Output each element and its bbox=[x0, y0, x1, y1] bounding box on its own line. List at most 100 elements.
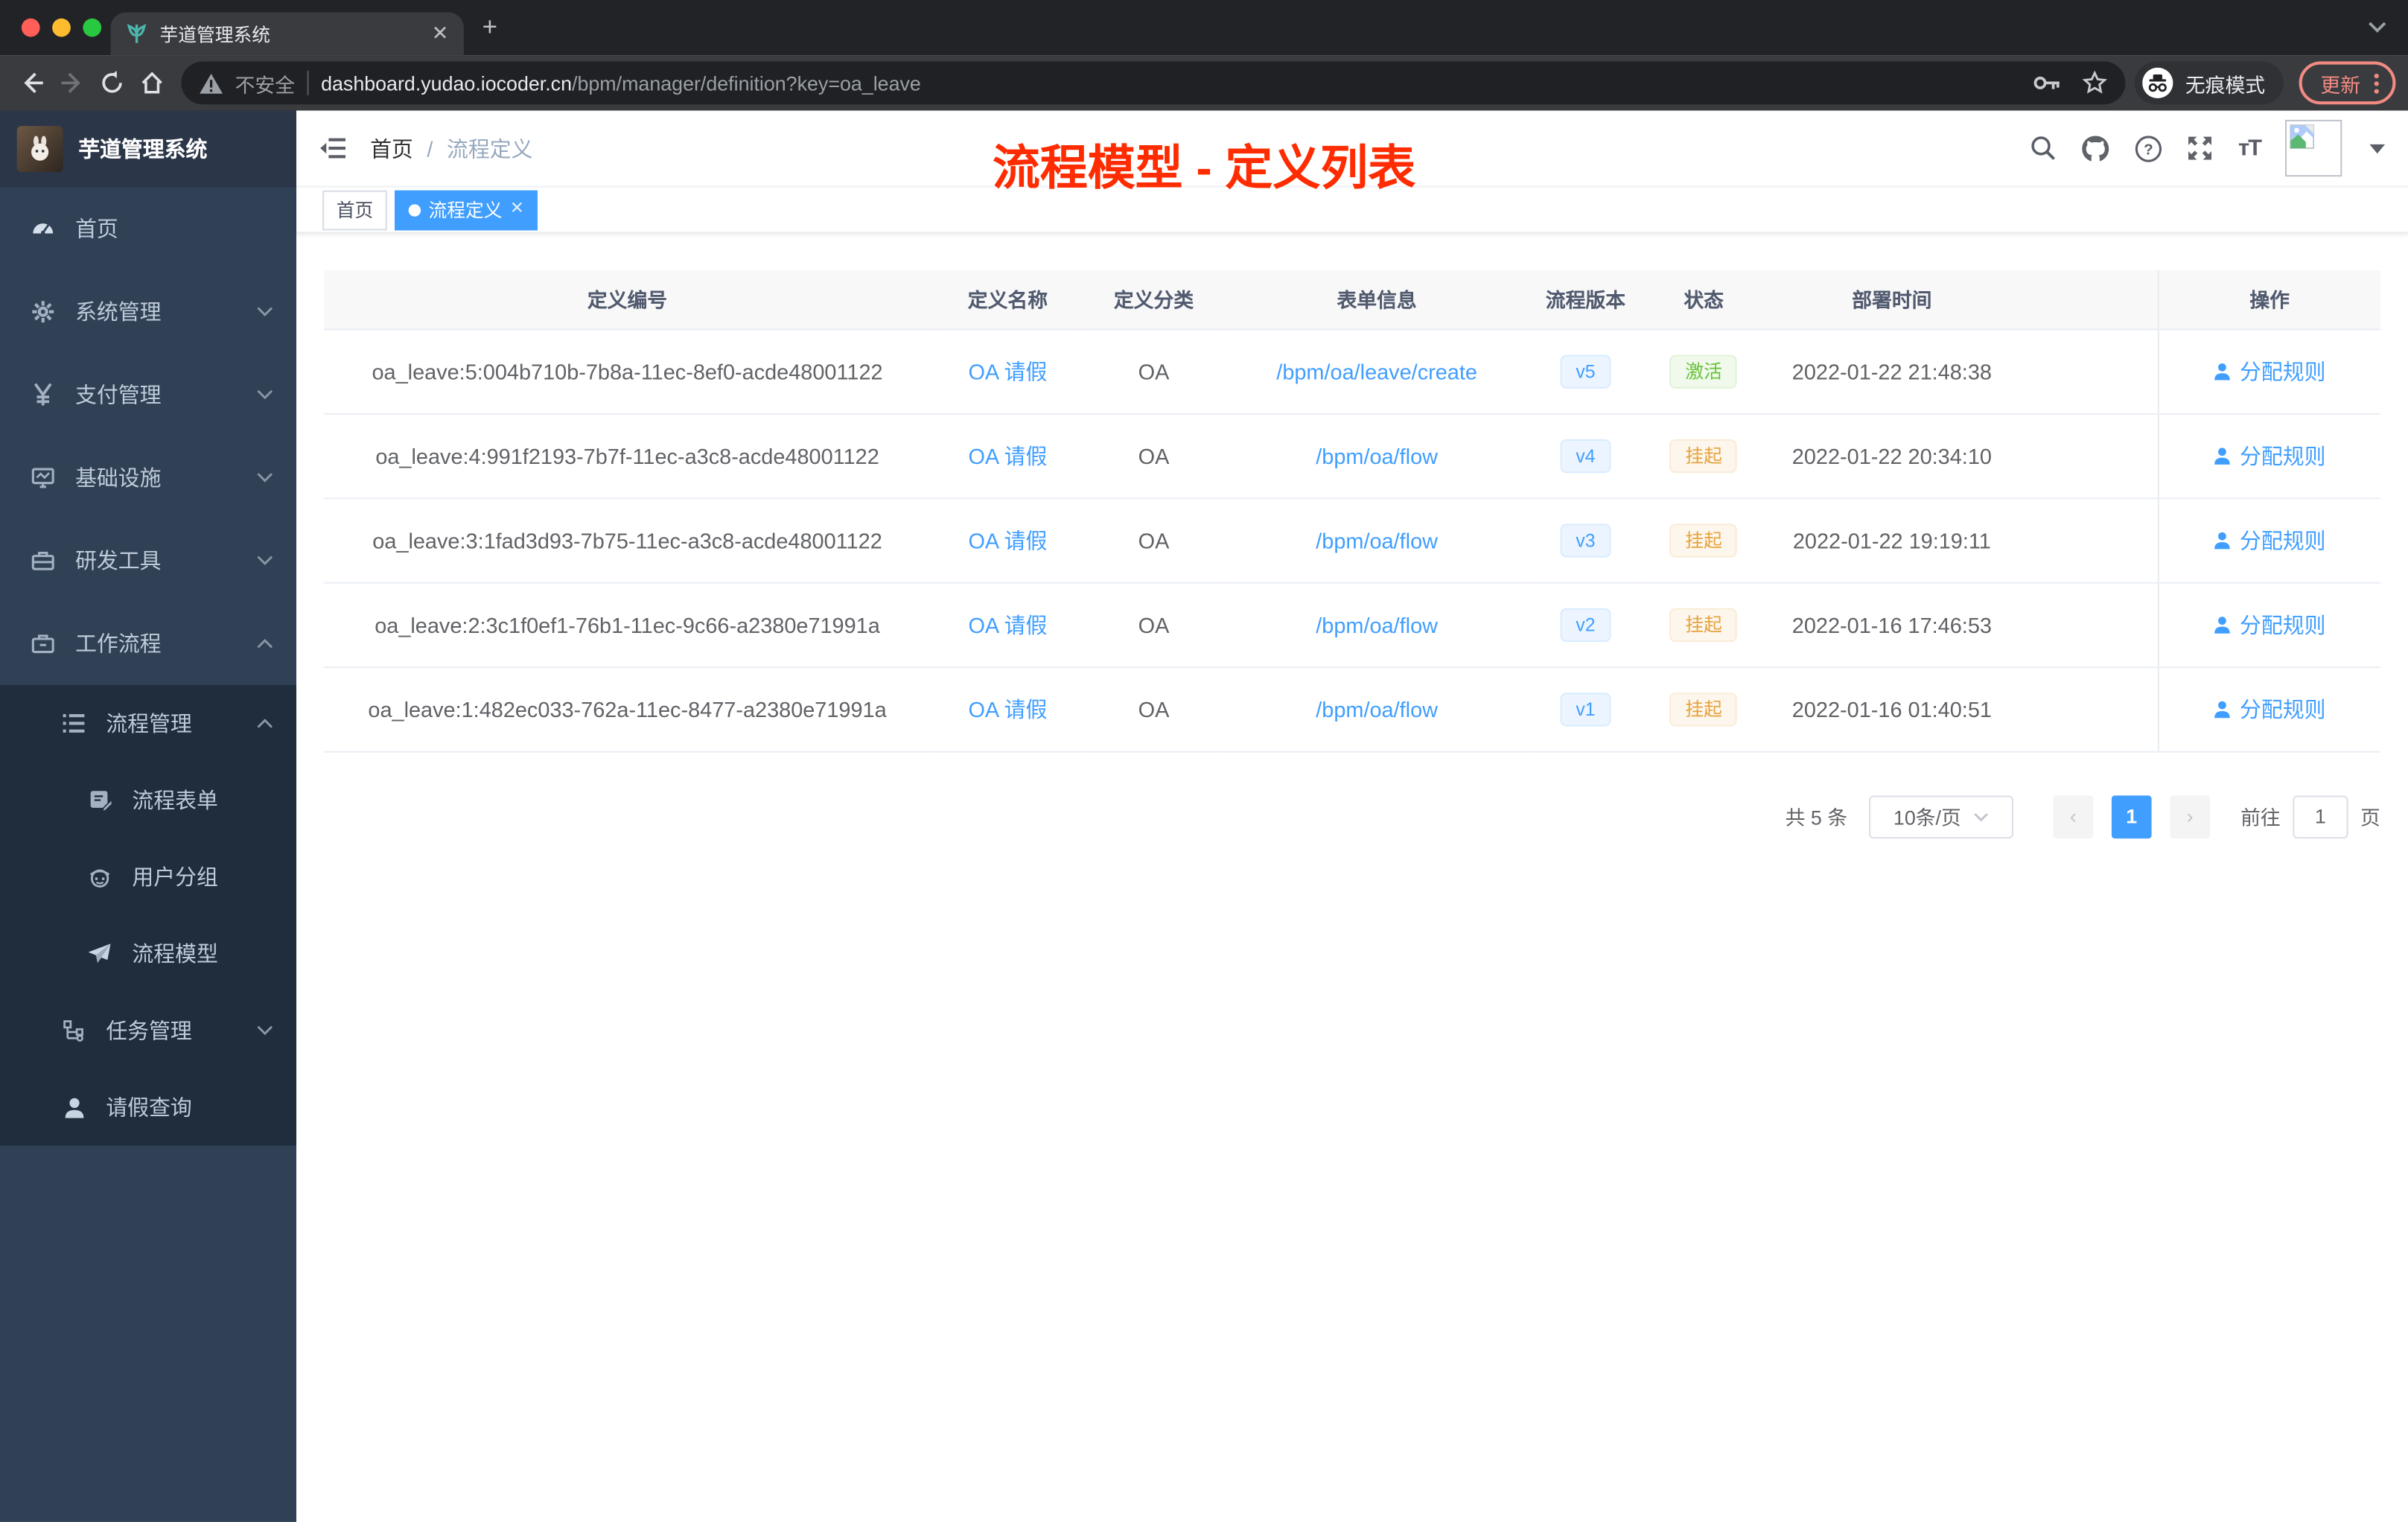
update-label: 更新 bbox=[2320, 72, 2361, 96]
sidebar-item-user-group[interactable]: 用户分组 bbox=[0, 838, 296, 915]
definition-name-link[interactable]: OA 请假 bbox=[968, 612, 1047, 637]
definition-name-link[interactable]: OA 请假 bbox=[968, 527, 1047, 552]
group-icon bbox=[88, 865, 112, 888]
assign-rule-button[interactable]: 分配规则 bbox=[2214, 355, 2325, 386]
col-process-version: 流程版本 bbox=[1531, 270, 1640, 330]
definition-category: OA bbox=[1084, 666, 1223, 752]
bookmark-star-icon[interactable] bbox=[2082, 70, 2107, 95]
page-size-select[interactable]: 10条/页 bbox=[1868, 795, 2013, 838]
sidebar-logo[interactable]: 芋道管理系统 bbox=[0, 110, 297, 188]
assign-rule-button[interactable]: 分配规则 bbox=[2214, 524, 2325, 555]
sidebar-collapse-icon[interactable] bbox=[319, 137, 346, 160]
update-button[interactable]: 更新 bbox=[2299, 61, 2396, 105]
definition-name-link[interactable]: OA 请假 bbox=[968, 696, 1047, 721]
search-icon[interactable] bbox=[2031, 136, 2057, 162]
sidebar-item-home[interactable]: 首页 bbox=[0, 188, 296, 270]
sidebar-item-task-mgmt[interactable]: 任务管理 bbox=[0, 992, 296, 1069]
version-badge: v1 bbox=[1560, 692, 1611, 726]
key-icon[interactable] bbox=[2033, 74, 2061, 92]
chevron-down-icon bbox=[256, 1025, 273, 1036]
goto-page-input[interactable] bbox=[2293, 795, 2348, 838]
sidebar-item-label: 流程模型 bbox=[132, 941, 218, 967]
url-text[interactable]: dashboard.yudao.iocoder.cn/bpm/manager/d… bbox=[321, 71, 2021, 95]
tab-close-icon[interactable]: ✕ bbox=[432, 22, 448, 46]
chevron-up-icon bbox=[256, 638, 273, 649]
new-tab-button[interactable]: + bbox=[482, 14, 497, 40]
definition-table: 定义编号 定义名称 定义分类 表单信息 流程版本 状态 部署时间 操作 oa_l… bbox=[324, 270, 2380, 752]
definition-id: oa_leave:3:1fad3d93-7b75-11ec-a3c8-acde4… bbox=[324, 497, 931, 583]
incognito-icon bbox=[2142, 67, 2173, 98]
sidebar-item-infra[interactable]: 基础设施 bbox=[0, 436, 296, 519]
definition-id: oa_leave:1:482ec033-762a-11ec-8477-a2380… bbox=[324, 666, 931, 752]
sidebar-item-leave-query[interactable]: 请假查询 bbox=[0, 1069, 296, 1146]
browser-tab[interactable]: 芋道管理系统 ✕ bbox=[110, 12, 464, 56]
maximize-window-button[interactable] bbox=[83, 18, 102, 37]
help-icon[interactable]: ? bbox=[2135, 134, 2163, 162]
task-tree-icon bbox=[62, 1019, 86, 1042]
sidebar-item-process-model[interactable]: 流程模型 bbox=[0, 915, 296, 992]
form-link[interactable]: /bpm/oa/flow bbox=[1316, 527, 1438, 552]
table-row: oa_leave:1:482ec033-762a-11ec-8477-a2380… bbox=[324, 666, 2380, 752]
assign-rule-button[interactable]: 分配规则 bbox=[2214, 440, 2325, 471]
definition-name-link[interactable]: OA 请假 bbox=[968, 359, 1047, 383]
workflow-submenu: 流程管理 流程表单 用户分组 流程模型 任务管理 请假查询 bbox=[0, 684, 297, 1146]
security-warning-icon[interactable] bbox=[200, 72, 223, 93]
browser-toolbar: 不安全 dashboard.yudao.iocoder.cn/bpm/manag… bbox=[0, 55, 2408, 111]
sidebar-item-workflow[interactable]: 工作流程 bbox=[0, 602, 296, 685]
forward-button[interactable] bbox=[52, 63, 92, 104]
minimize-window-button[interactable] bbox=[52, 18, 71, 37]
avatar-dropdown-caret-icon[interactable] bbox=[2369, 143, 2386, 153]
sidebar-item-system[interactable]: 系统管理 bbox=[0, 270, 296, 353]
form-link[interactable]: /bpm/oa/flow bbox=[1316, 696, 1438, 721]
list-icon bbox=[62, 713, 86, 734]
sidebar-item-process-form[interactable]: 流程表单 bbox=[0, 762, 296, 838]
home-button[interactable] bbox=[132, 63, 172, 104]
form-link[interactable]: /bpm/oa/leave/create bbox=[1276, 359, 1477, 383]
favicon-plant-icon bbox=[126, 23, 147, 45]
font-size-icon[interactable]: тT bbox=[2238, 136, 2262, 162]
incognito-badge: 无痕模式 bbox=[2134, 61, 2284, 105]
sidebar-item-devtools[interactable]: 研发工具 bbox=[0, 519, 296, 602]
table-row: oa_leave:4:991f2193-7b7f-11ec-a3c8-acde4… bbox=[324, 413, 2380, 499]
tag-process-definition[interactable]: 流程定义 ✕ bbox=[395, 189, 538, 230]
close-window-button[interactable] bbox=[21, 18, 40, 37]
sidebar-item-label: 流程表单 bbox=[132, 788, 218, 813]
yen-icon bbox=[31, 383, 55, 407]
reload-button[interactable] bbox=[92, 63, 133, 104]
table-row: oa_leave:2:3c1f0ef1-76b1-11ec-9c66-a2380… bbox=[324, 582, 2380, 668]
prev-page-button[interactable]: ‹ bbox=[2053, 795, 2094, 838]
back-button[interactable] bbox=[13, 63, 53, 104]
total-count: 共 5 条 bbox=[1785, 806, 1848, 830]
tab-search-chevron-icon[interactable] bbox=[2368, 22, 2386, 34]
address-separator bbox=[307, 70, 309, 95]
definition-category: OA bbox=[1084, 328, 1223, 414]
sidebar-item-label: 首页 bbox=[75, 216, 118, 241]
status-badge: 挂起 bbox=[1669, 607, 1738, 642]
menu-kebab-icon[interactable] bbox=[2374, 72, 2379, 93]
status-badge: 挂起 bbox=[1669, 692, 1738, 726]
logo-image bbox=[16, 126, 63, 172]
form-icon bbox=[88, 789, 112, 812]
form-link[interactable]: /bpm/oa/flow bbox=[1316, 612, 1438, 637]
github-icon[interactable] bbox=[2082, 134, 2111, 162]
breadcrumb-home-link[interactable]: 首页 bbox=[370, 133, 413, 163]
security-label[interactable]: 不安全 bbox=[235, 69, 295, 98]
tag-home[interactable]: 首页 bbox=[322, 189, 387, 230]
tag-close-icon[interactable]: ✕ bbox=[510, 200, 524, 218]
fullscreen-icon[interactable] bbox=[2188, 136, 2214, 162]
status-badge: 挂起 bbox=[1669, 523, 1738, 557]
sidebar-item-label: 请假查询 bbox=[106, 1095, 192, 1120]
avatar[interactable] bbox=[2285, 119, 2342, 177]
address-bar[interactable]: 不安全 dashboard.yudao.iocoder.cn/bpm/manag… bbox=[181, 61, 2126, 105]
assign-rule-button[interactable]: 分配规则 bbox=[2214, 693, 2325, 724]
sidebar-item-payment[interactable]: 支付管理 bbox=[0, 353, 296, 436]
deploy-time: 2022-01-22 19:19:11 bbox=[1767, 497, 2016, 583]
page-number-button[interactable]: 1 bbox=[2111, 795, 2152, 838]
col-definition-id: 定义编号 bbox=[324, 270, 931, 330]
sidebar-item-process-mgmt[interactable]: 流程管理 bbox=[0, 685, 296, 762]
sidebar-item-label: 任务管理 bbox=[106, 1018, 192, 1043]
definition-name-link[interactable]: OA 请假 bbox=[968, 443, 1047, 468]
next-page-button[interactable]: › bbox=[2170, 795, 2210, 838]
form-link[interactable]: /bpm/oa/flow bbox=[1316, 443, 1438, 468]
assign-rule-button[interactable]: 分配规则 bbox=[2214, 609, 2325, 640]
